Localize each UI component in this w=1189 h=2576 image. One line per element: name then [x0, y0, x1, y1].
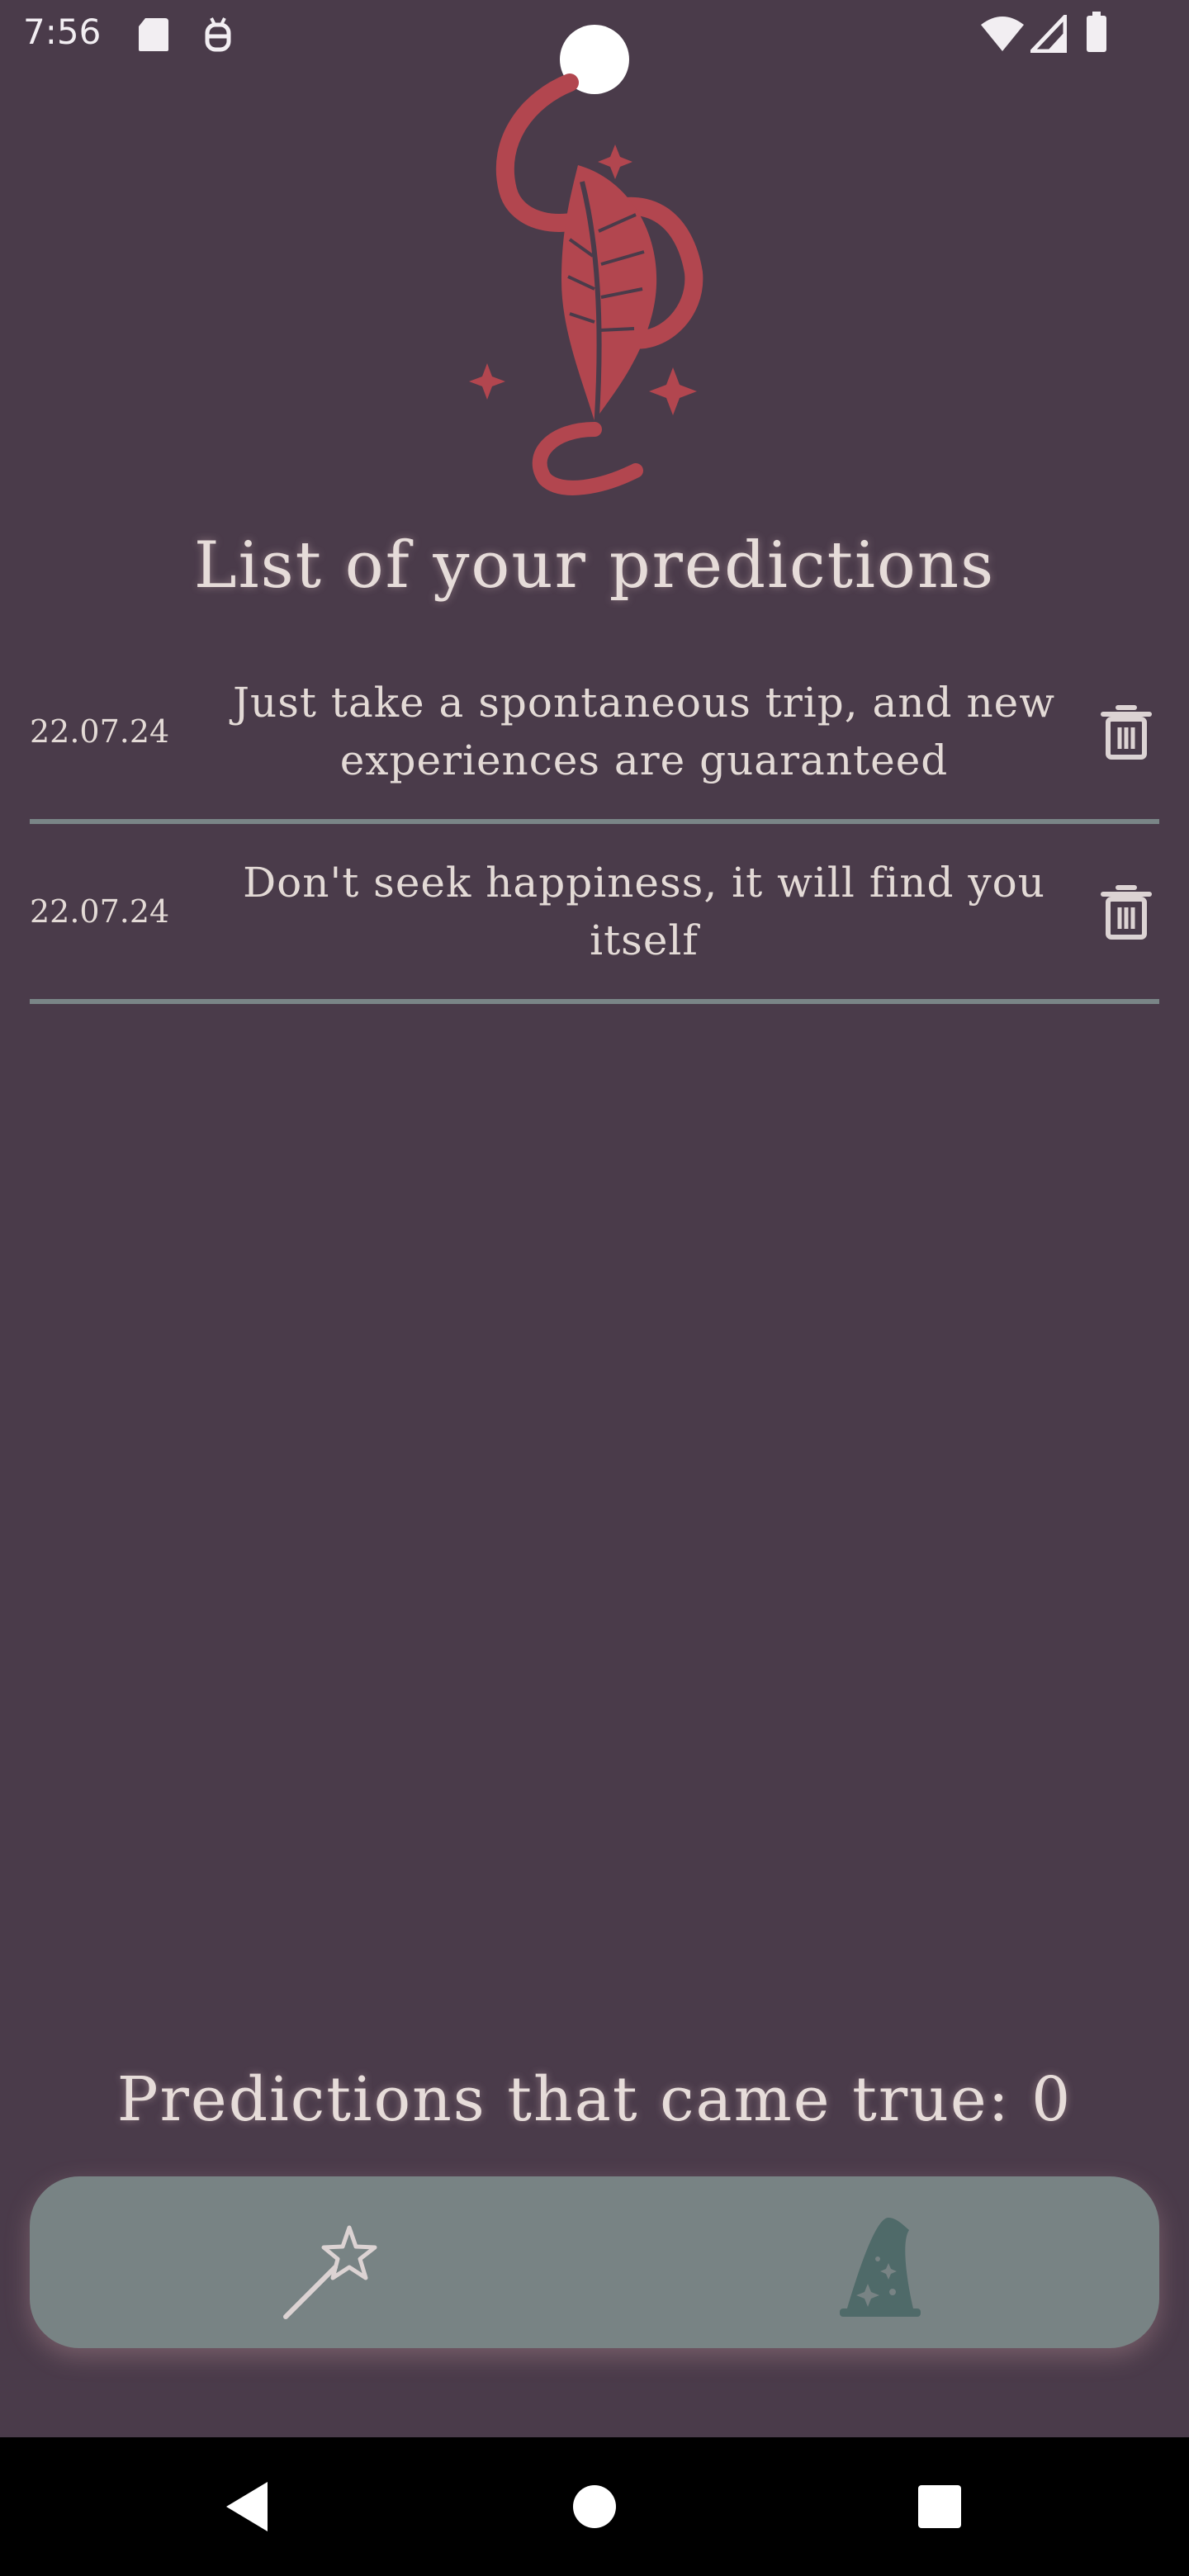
home-icon[interactable]	[561, 2474, 628, 2540]
delete-button[interactable]	[1093, 698, 1159, 765]
nav-item-predict[interactable]	[244, 2193, 385, 2333]
wifi-icon	[981, 17, 1024, 51]
list-item: 22.07.24 Don't seek happiness, it will f…	[30, 824, 1159, 1004]
signal-icon	[1030, 15, 1067, 53]
prediction-text: Don't seek happiness, it will find you i…	[243, 859, 1045, 964]
debug-icon	[205, 17, 231, 52]
back-icon[interactable]	[216, 2474, 282, 2540]
delete-button[interactable]	[1093, 878, 1159, 945]
recents-icon[interactable]	[907, 2474, 973, 2540]
prediction-list: 22.07.24 Just take a spontaneous trip, a…	[30, 644, 1159, 1004]
battery-icon	[1087, 12, 1106, 52]
system-nav-bar	[0, 2437, 1189, 2576]
predictions-counter: Predictions that came true: 0	[116, 2064, 1073, 2135]
wizard-hat-icon	[840, 2218, 921, 2317]
trash-icon	[1101, 705, 1152, 760]
list-item: 22.07.24 Just take a spontaneous trip, a…	[30, 644, 1159, 824]
prediction-text: Just take a spontaneous trip, and new ex…	[232, 679, 1056, 784]
magic-wand-icon	[283, 2225, 377, 2319]
page-title: List of your predictions	[193, 528, 996, 603]
trash-icon	[1101, 885, 1152, 940]
sd-card-icon	[139, 18, 168, 51]
feather-quill-logo-icon	[469, 73, 703, 495]
prediction-date: 22.07.24	[30, 893, 170, 930]
bottom-nav	[30, 2176, 1159, 2348]
prediction-date: 22.07.24	[30, 713, 170, 750]
nav-item-history[interactable]	[810, 2193, 950, 2333]
status-time: 7:56	[23, 12, 102, 52]
